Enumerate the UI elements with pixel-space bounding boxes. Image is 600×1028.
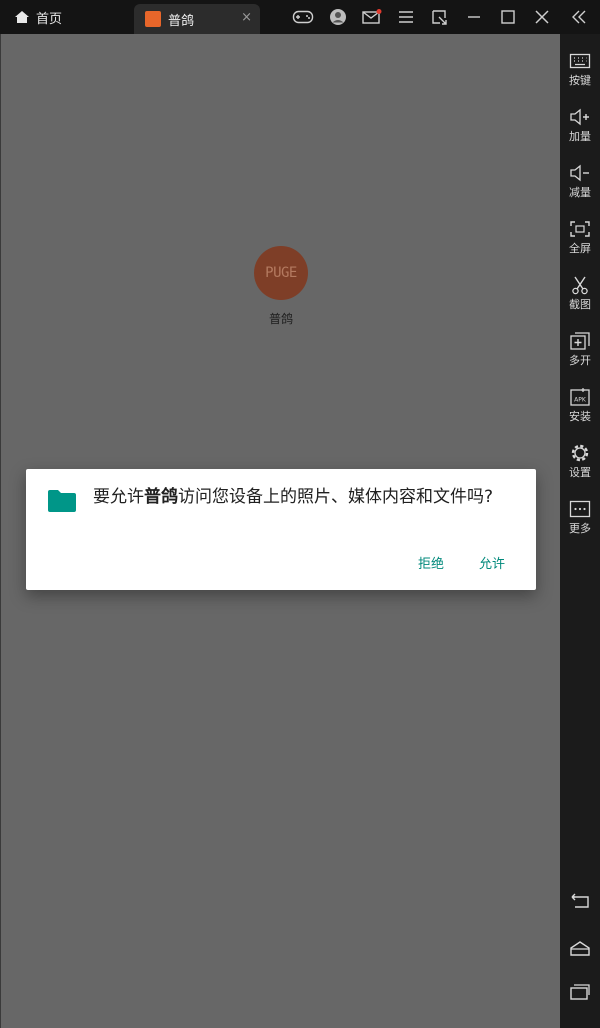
allow-button[interactable]: 允许 [479, 553, 505, 572]
sidebar-item-screenshot[interactable]: 截图 [560, 274, 600, 312]
app-tab-label: 普鸽 [168, 13, 195, 29]
permission-dialog: 要允许普鸽访问您设备上的照片、媒体内容和文件吗? 拒绝 允许 [26, 469, 536, 590]
home-icon [14, 10, 30, 24]
minimize-icon[interactable] [463, 7, 485, 27]
sidebar-item-multi-instance[interactable]: 多开 [560, 330, 600, 368]
home-tab-label: 首页 [36, 11, 63, 27]
folder-icon [47, 489, 77, 517]
dialog-app-name: 普鸽 [144, 487, 178, 507]
resize-icon[interactable] [428, 7, 450, 27]
home-tab[interactable]: 首页 [14, 0, 62, 34]
svg-text:APK: APK [574, 397, 587, 404]
scissors-icon [560, 274, 600, 296]
multi-instance-icon [560, 330, 600, 352]
sidebar-item-label: 多开 [569, 354, 591, 367]
volume-down-icon [560, 162, 600, 184]
app-shortcut[interactable]: PUGE 普鸽 [251, 246, 311, 327]
close-icon[interactable] [531, 7, 553, 27]
deny-button[interactable]: 拒绝 [418, 553, 444, 572]
sidebar-item-keys[interactable]: 按键 [560, 50, 600, 88]
app-tab[interactable]: 普鸽 × [134, 4, 260, 34]
sidebar-item-label: 全屏 [569, 242, 591, 255]
home-icon[interactable] [560, 936, 600, 960]
sidebar-item-volume-down[interactable]: 减量 [560, 162, 600, 200]
app-label: 普鸽 [268, 312, 293, 326]
apk-icon: APK [560, 386, 600, 408]
mail-icon[interactable] [361, 7, 383, 27]
gamepad-icon[interactable] [292, 7, 314, 27]
sidebar-item-more[interactable]: 更多 [560, 498, 600, 536]
back-icon[interactable] [560, 890, 600, 914]
more-icon [560, 498, 600, 520]
sidebar-item-settings[interactable]: 设置 [560, 442, 600, 480]
keyboard-icon [560, 50, 600, 72]
recents-icon[interactable] [560, 980, 600, 1004]
sidebar-item-install-apk[interactable]: APK 安装 [560, 386, 600, 424]
sidebar-item-label: 加量 [569, 130, 591, 143]
tab-close-icon[interactable]: × [241, 10, 252, 25]
app-tab-logo [145, 11, 161, 27]
menu-icon[interactable] [395, 7, 417, 27]
sidebar-item-label: 设置 [569, 466, 591, 479]
volume-up-icon [560, 106, 600, 128]
sidebar-item-fullscreen[interactable]: 全屏 [560, 218, 600, 256]
emulator-window: 首页 普鸽 × PUGE 普鸽 要允许普鸽访问您设备上的照片、媒体内容和文件吗?… [0, 0, 600, 1028]
gear-icon [560, 442, 600, 464]
dialog-message: 要允许普鸽访问您设备上的照片、媒体内容和文件吗? [93, 486, 513, 509]
fullscreen-icon [560, 218, 600, 240]
sidebar-item-label: 安装 [569, 410, 591, 423]
android-screen: PUGE 普鸽 要允许普鸽访问您设备上的照片、媒体内容和文件吗? 拒绝 允许 [0, 34, 560, 1028]
sidebar-item-label: 更多 [569, 522, 591, 535]
app-icon: PUGE [254, 246, 308, 300]
dialog-msg-prefix: 要允许 [93, 487, 144, 507]
collapse-icon[interactable] [568, 7, 590, 27]
right-toolbar: 按键 加量 减量 全屏 截图 多开 APK 安装 设置 更多 [560, 34, 600, 1028]
dialog-msg-suffix: 访问您设备上的照片、媒体内容和文件吗? [178, 487, 494, 507]
maximize-icon[interactable] [497, 7, 519, 27]
account-icon[interactable] [327, 7, 349, 27]
title-bar: 首页 普鸽 × [0, 0, 600, 34]
sidebar-item-label: 截图 [569, 298, 591, 311]
sidebar-item-label: 减量 [569, 186, 591, 199]
sidebar-item-volume-up[interactable]: 加量 [560, 106, 600, 144]
sidebar-item-label: 按键 [569, 74, 591, 87]
